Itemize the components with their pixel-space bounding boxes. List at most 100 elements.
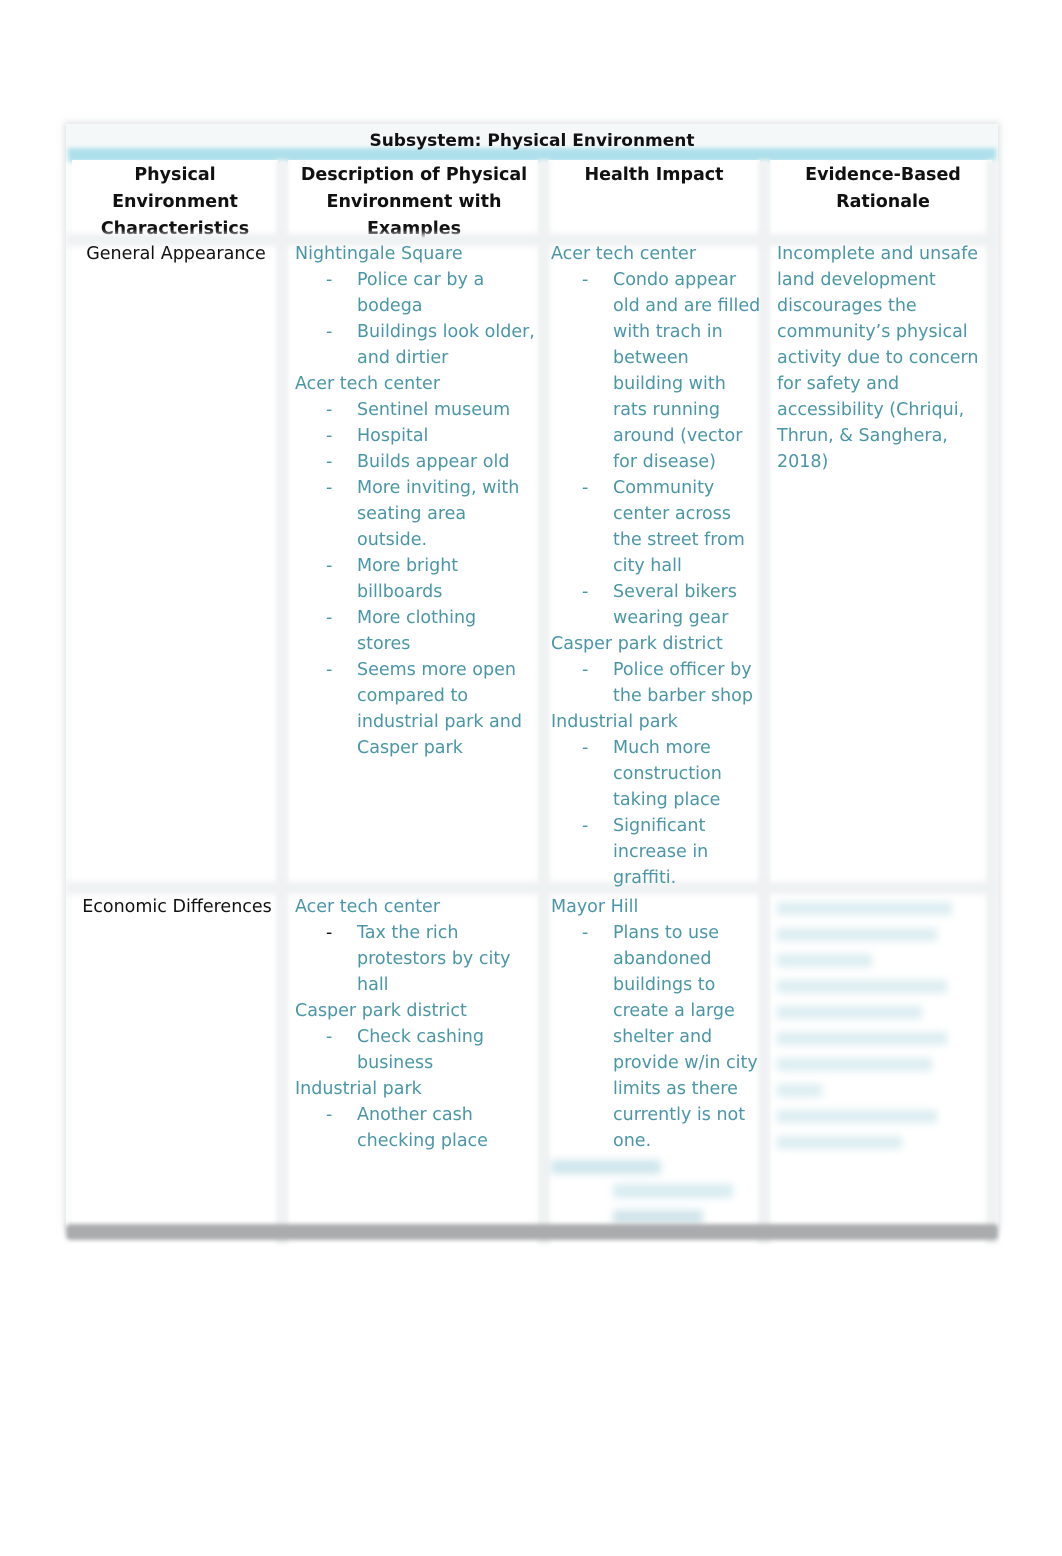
blurred-line [777, 1136, 902, 1149]
bullet-dash: - [326, 270, 333, 290]
list-item-text: Check cashing business [357, 1027, 485, 1073]
place-name: Industrial park [551, 712, 678, 732]
place-name: Acer tech center [295, 897, 441, 917]
header-line: Health Impact [584, 165, 724, 185]
header-line: Evidence-Based [805, 165, 961, 185]
blurred-line [777, 954, 872, 967]
list-item-text: Significant increase in graffiti. [613, 816, 709, 888]
bullet-dash: - [582, 478, 589, 498]
blurred-line [613, 1184, 733, 1198]
blurred-line [777, 1058, 932, 1071]
bullet-dash: - [326, 660, 333, 680]
column-divider [538, 160, 550, 1244]
place-name: Casper park district [551, 634, 723, 654]
table-bottom-border [66, 1224, 998, 1240]
column-characteristics [72, 160, 278, 1244]
list-item-text: Plans to use abandoned buildings to crea… [613, 923, 758, 1151]
place-name: Industrial park [295, 1079, 422, 1099]
table-title: Subsystem: Physical Environment [369, 131, 695, 151]
bullet-dash: - [582, 582, 589, 602]
bullet-list: - Sentinel museum - Hospital - Builds appea… [295, 397, 535, 761]
blurred-line [777, 1110, 937, 1123]
list-item-text: Seems more open compared to industrial p… [357, 660, 522, 758]
header-line: Description of Physical [300, 165, 528, 185]
bullet-dash: - [326, 923, 333, 943]
list-item-text: Hospital [357, 426, 429, 446]
list-item: - Plans to use abandoned buildings to cre… [551, 920, 761, 1154]
list-item-text: Several bikers wearing gear [613, 582, 737, 628]
list-item: - Condo appear old and are filled with tr… [551, 267, 761, 475]
bullet-list: - Police car by a bodega - Buildings look … [295, 267, 535, 371]
bullet-list: - Much more construction taking place - Si… [551, 735, 761, 891]
list-item: - Several bikers wearing gear [551, 579, 761, 631]
list-item-text: Buildings look older, and dirtier [357, 322, 535, 368]
blurred-line [777, 902, 952, 915]
list-item-text: Condo appear old and are filled with tra… [613, 270, 761, 472]
list-item: - Community center across the street from… [551, 475, 761, 579]
list-item: - Builds appear old [295, 449, 535, 475]
list-item: - Seems more open compared to industrial … [295, 657, 535, 761]
bullet-dash: - [582, 738, 589, 758]
place-name: Acer tech center [295, 374, 441, 394]
list-item: - Tax the rich protestors by city hall [295, 920, 535, 998]
row-divider [66, 882, 998, 894]
header-line: Physical [134, 165, 216, 185]
bullet-list: - Another cash checking place [295, 1102, 535, 1154]
bullet-dash: - [582, 660, 589, 680]
bullet-list: - Condo appear old and are filled with tr… [551, 267, 761, 631]
bullet-list: - Tax the rich protestors by city hall [295, 920, 535, 998]
blurred-line [777, 1006, 922, 1019]
list-item-text: Police car by a bodega [357, 270, 485, 316]
row-2-rationale-blurred [777, 896, 967, 1162]
row-2-description: Acer tech center - Tax the rich protestor… [295, 894, 535, 1154]
place-name: Mayor Hill [551, 897, 639, 917]
place-name: Casper park district [295, 1001, 467, 1021]
header-line: Rationale [836, 192, 930, 212]
list-item: - Check cashing business [295, 1024, 535, 1076]
list-item: - More bright billboards [295, 553, 535, 605]
list-item-text: Builds appear old [357, 452, 510, 472]
bullet-dash: - [326, 400, 333, 420]
place-name: Acer tech center [551, 244, 697, 264]
bullet-list: - Check cashing business [295, 1024, 535, 1076]
blurred-line [777, 1032, 947, 1045]
blurred-line [551, 1160, 661, 1174]
bullet-dash: - [326, 1027, 333, 1047]
list-item-text: More clothing stores [357, 608, 477, 654]
list-item-text: Another cash checking place [357, 1105, 488, 1151]
list-item-text: Tax the rich protestors by city hall [357, 923, 511, 995]
bullet-dash: - [582, 923, 589, 943]
bullet-dash: - [582, 816, 589, 836]
list-item: - More inviting, with seating area outsid… [295, 475, 535, 553]
header-characteristics: Physical Environment Characteristics [72, 162, 278, 243]
bullet-list: - Plans to use abandoned buildings to cre… [551, 920, 761, 1154]
row-1-characteristic: General Appearance [86, 244, 266, 264]
row-1-description: Nightingale Square - Police car by a bode… [295, 241, 535, 761]
list-item-text: Much more construction taking place [613, 738, 722, 810]
header-health-impact: Health Impact [548, 162, 760, 189]
bullet-dash: - [326, 322, 333, 342]
bullet-dash: - [582, 270, 589, 290]
list-item: - Hospital [295, 423, 535, 449]
bullet-dash: - [326, 556, 333, 576]
bullet-dash: - [326, 452, 333, 472]
physical-environment-table: Subsystem: Physical Environment Physical… [66, 124, 998, 1244]
list-item: - Police officer by the barber shop [551, 657, 761, 709]
list-item-text: More inviting, with seating area outside… [357, 478, 520, 550]
row-1-health-impact: Acer tech center - Condo appear old and a… [551, 241, 761, 891]
row-2-health-impact: Mayor Hill - Plans to use abandoned build… [551, 894, 761, 1224]
list-item: - Another cash checking place [295, 1102, 535, 1154]
blurred-content [777, 902, 967, 1149]
list-item: - More clothing stores [295, 605, 535, 657]
blurred-line [777, 980, 947, 993]
header-line: Environment [112, 192, 238, 212]
list-item: - Much more construction taking place [551, 735, 761, 813]
bullet-list: - Police officer by the barber shop [551, 657, 761, 709]
list-item-text: More bright billboards [357, 556, 459, 602]
list-item-text: Sentinel museum [357, 400, 511, 420]
header-description: Description of Physical Environment with… [288, 162, 540, 243]
blurred-line [777, 928, 937, 941]
document-page: Subsystem: Physical Environment Physical… [0, 0, 1062, 1556]
list-item: - Sentinel museum [295, 397, 535, 423]
header-line: Environment with [326, 192, 502, 212]
